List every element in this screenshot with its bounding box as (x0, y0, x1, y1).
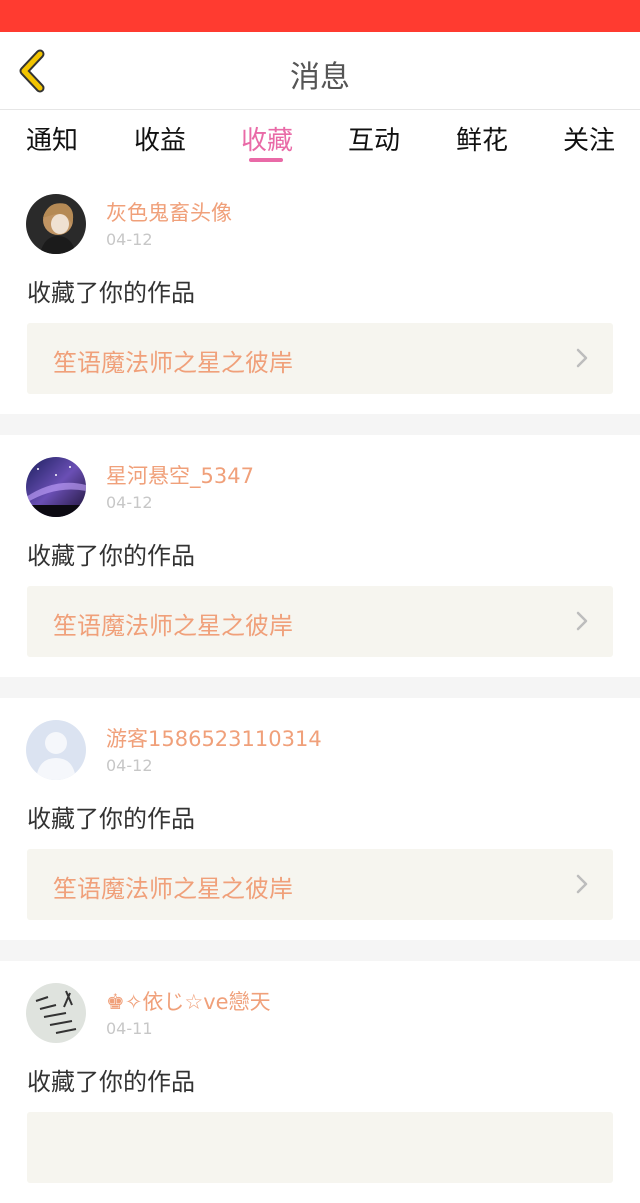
timestamp: 04-12 (106, 493, 153, 512)
action-text: 收藏了你的作品 (27, 805, 195, 833)
tab-interaction[interactable]: 互动 (348, 120, 400, 157)
avatar[interactable] (26, 194, 86, 254)
handwriting-avatar-icon (26, 983, 86, 1043)
default-person-avatar-icon (26, 720, 86, 780)
chevron-right-icon (576, 348, 588, 368)
username[interactable]: ♚✧依じ☆ve戀天 (106, 986, 271, 1016)
work-title: 笙语魔法师之星之彼岸 (53, 349, 293, 377)
message-list: 灰色鬼畜头像 04-12 收藏了你的作品 笙语魔法师之星之彼岸 星河悬空_534… (0, 172, 640, 1203)
chevron-right-icon (576, 874, 588, 894)
timestamp: 04-12 (106, 756, 153, 775)
tab-notice[interactable]: 通知 (26, 120, 78, 157)
divider (0, 414, 640, 435)
list-item: ♚✧依じ☆ve戀天 04-11 收藏了你的作品 (0, 961, 640, 1203)
list-item: 星河悬空_5347 04-12 收藏了你的作品 笙语魔法师之星之彼岸 (0, 435, 640, 677)
username[interactable]: 游客1586523110314 (106, 723, 322, 753)
work-title: 笙语魔法师之星之彼岸 (53, 875, 293, 903)
timestamp: 04-11 (106, 1019, 153, 1038)
avatar[interactable] (26, 720, 86, 780)
tab-flowers[interactable]: 鲜花 (456, 120, 508, 157)
avatar[interactable] (26, 983, 86, 1043)
username[interactable]: 星河悬空_5347 (106, 460, 254, 490)
action-text: 收藏了你的作品 (27, 279, 195, 307)
action-text: 收藏了你的作品 (27, 1068, 195, 1096)
status-bar (0, 0, 640, 32)
avatar[interactable] (26, 457, 86, 517)
nav-bar: 消息 (0, 32, 640, 110)
divider (0, 940, 640, 961)
chevron-right-icon (576, 611, 588, 631)
tab-earnings[interactable]: 收益 (134, 120, 186, 157)
page-title: 消息 (290, 60, 350, 95)
work-card[interactable]: 笙语魔法师之星之彼岸 (27, 849, 613, 920)
work-card[interactable] (27, 1112, 613, 1183)
work-card[interactable]: 笙语魔法师之星之彼岸 (27, 586, 613, 657)
tab-favorites[interactable]: 收藏 (241, 120, 293, 157)
anime-character-avatar-icon (26, 194, 86, 254)
action-text: 收藏了你的作品 (27, 542, 195, 570)
tab-bar: 通知 收益 收藏 互动 鲜花 关注 (0, 110, 640, 172)
timestamp: 04-12 (106, 230, 153, 249)
username[interactable]: 灰色鬼畜头像 (106, 197, 232, 227)
active-tab-indicator (249, 158, 283, 162)
galaxy-avatar-icon (26, 457, 86, 517)
work-card[interactable]: 笙语魔法师之星之彼岸 (27, 323, 613, 394)
list-item: 灰色鬼畜头像 04-12 收藏了你的作品 笙语魔法师之星之彼岸 (0, 172, 640, 414)
divider (0, 677, 640, 698)
list-item: 游客1586523110314 04-12 收藏了你的作品 笙语魔法师之星之彼岸 (0, 698, 640, 940)
work-title: 笙语魔法师之星之彼岸 (53, 612, 293, 640)
tab-follow[interactable]: 关注 (563, 120, 615, 157)
